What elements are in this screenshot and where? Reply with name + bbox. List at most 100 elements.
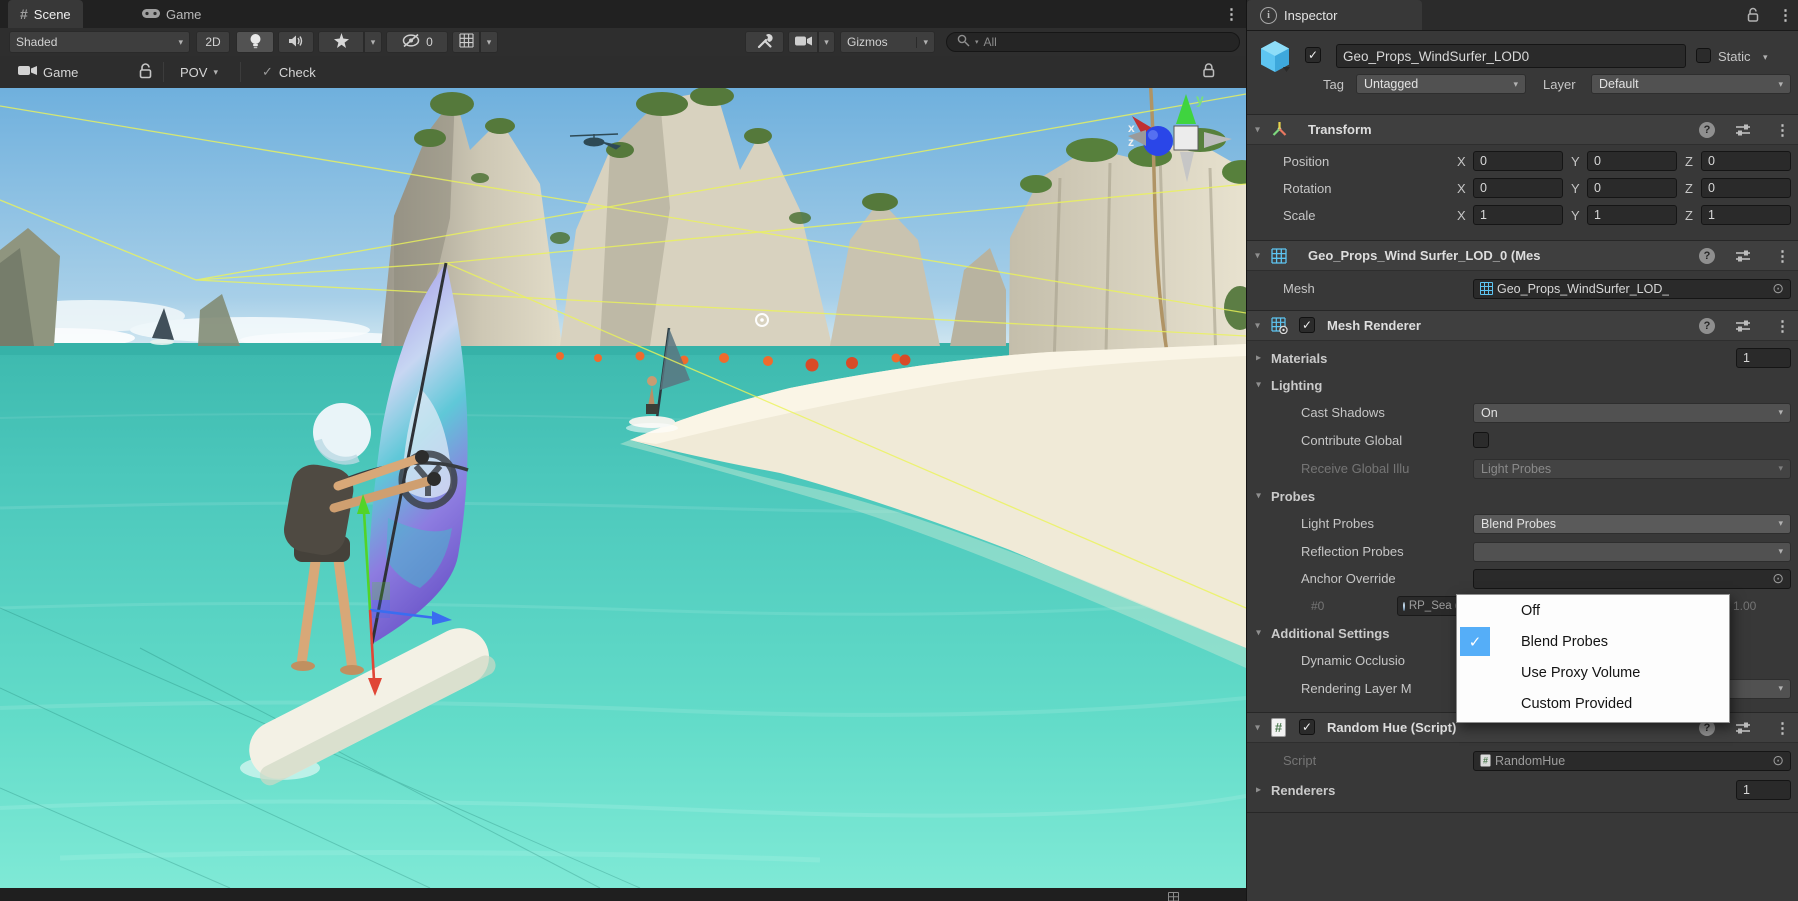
- overlay-game-camera-button[interactable]: Game: [12, 60, 84, 84]
- transform-header[interactable]: ▾ Transform ? ⋮: [1247, 114, 1798, 145]
- materials-row[interactable]: ▸ Materials 1: [1247, 348, 1798, 368]
- overlay-pov-dropdown[interactable]: POV ▾: [174, 60, 224, 84]
- position-y-field[interactable]: 0: [1587, 151, 1677, 171]
- grid-dropdown[interactable]: ▾: [480, 31, 498, 53]
- popup-item-custom-provided[interactable]: Custom Provided: [1457, 688, 1729, 719]
- mesh-renderer-header[interactable]: ▾ ✓ Mesh Renderer ? ⋮: [1247, 310, 1798, 341]
- help-icon[interactable]: ?: [1699, 122, 1715, 138]
- lighting-section-row[interactable]: ▾ Lighting: [1247, 375, 1798, 395]
- anchor-override-field[interactable]: ⊙: [1473, 569, 1791, 589]
- contribute-gi-checkbox[interactable]: [1473, 432, 1489, 448]
- mini-grid-icon[interactable]: [1168, 890, 1179, 901]
- foldout-icon[interactable]: ▾: [1256, 628, 1261, 639]
- effects-dropdown[interactable]: ▾: [364, 31, 382, 53]
- component-menu-kebab[interactable]: ⋮: [1775, 317, 1791, 335]
- gizmos-dropdown[interactable]: Gizmos ▾: [840, 31, 935, 53]
- popup-item-blend-probes[interactable]: ✓ Blend Probes: [1457, 626, 1729, 657]
- presets-icon[interactable]: [1735, 721, 1751, 735]
- inspector-menu-kebab[interactable]: ⋮: [1778, 6, 1794, 24]
- materials-count-field[interactable]: 1: [1736, 348, 1791, 368]
- scale-y-field[interactable]: 1: [1587, 205, 1677, 225]
- receive-gi-dropdown: Light Probes ▾: [1473, 459, 1791, 479]
- foldout-icon[interactable]: ▾: [1255, 250, 1260, 261]
- foldout-icon[interactable]: ▾: [1255, 124, 1260, 135]
- foldout-icon[interactable]: ▸: [1256, 353, 1261, 364]
- foldout-icon[interactable]: ▾: [1256, 380, 1261, 391]
- foldout-icon[interactable]: ▾: [1255, 320, 1260, 331]
- position-z-field[interactable]: 0: [1701, 151, 1791, 171]
- scene-viewport[interactable]: y x z: [0, 88, 1246, 888]
- scene-search-input[interactable]: ▾ All: [946, 32, 1240, 52]
- rotation-z-field[interactable]: 0: [1701, 178, 1791, 198]
- light-probes-dropdown[interactable]: Blend Probes ▾: [1473, 514, 1791, 534]
- chevron-down-icon: ▾: [1778, 683, 1783, 694]
- chevron-down-icon: ▾: [371, 37, 376, 48]
- scene-lighting-button[interactable]: [236, 31, 274, 53]
- check-icon: ✓: [1469, 633, 1482, 651]
- overlay-check-toggle[interactable]: ✓ Check: [256, 60, 322, 84]
- component-tools-button[interactable]: [745, 31, 784, 53]
- layer-dropdown[interactable]: Default ▾: [1591, 74, 1791, 94]
- script-object-field[interactable]: # RandomHue ⊙: [1473, 751, 1791, 771]
- svg-text:#: #: [1483, 756, 1488, 766]
- presets-icon[interactable]: [1735, 249, 1751, 263]
- presets-icon[interactable]: [1735, 319, 1751, 333]
- mesh-row: Mesh Geo_Props_WindSurfer_LOD_ ⊙: [1247, 278, 1798, 299]
- scene-effects-button[interactable]: [318, 31, 364, 53]
- static-dropdown-arrow[interactable]: ▾: [1763, 52, 1768, 63]
- scene-audio-button[interactable]: [278, 31, 314, 53]
- object-picker-icon[interactable]: ⊙: [1772, 752, 1784, 769]
- object-picker-icon[interactable]: ⊙: [1772, 280, 1784, 297]
- mesh-object-field[interactable]: Geo_Props_WindSurfer_LOD_ ⊙: [1473, 279, 1791, 299]
- grid-visibility-button[interactable]: [452, 31, 480, 53]
- mesh-filter-header[interactable]: ▾ Geo_Props_Wind Surfer_LOD_0 (Mes ? ⋮: [1247, 240, 1798, 271]
- shading-mode-dropdown[interactable]: Shaded ▾: [9, 31, 190, 53]
- foldout-icon[interactable]: ▾: [1255, 722, 1260, 733]
- presets-icon[interactable]: [1735, 123, 1751, 137]
- camera-dropdown[interactable]: ▾: [818, 31, 835, 53]
- foldout-icon[interactable]: ▸: [1256, 785, 1261, 796]
- scene-menu-kebab[interactable]: ⋮: [1224, 5, 1240, 23]
- probes-section-row[interactable]: ▾ Probes: [1247, 486, 1798, 506]
- hidden-objects-button[interactable]: 0: [386, 31, 448, 53]
- component-menu-kebab[interactable]: ⋮: [1775, 719, 1791, 737]
- reflection-probes-dropdown[interactable]: ▾: [1473, 542, 1791, 562]
- unlock-icon: [138, 63, 153, 82]
- gamepad-icon: [142, 7, 160, 22]
- popup-item-off[interactable]: Off: [1457, 595, 1729, 626]
- toggle-2d-button[interactable]: 2D: [196, 31, 230, 53]
- scale-z-field[interactable]: 1: [1701, 205, 1791, 225]
- component-menu-kebab[interactable]: ⋮: [1775, 121, 1791, 139]
- scene-camera-button[interactable]: [788, 31, 818, 53]
- lighting-label: Lighting: [1271, 378, 1322, 393]
- position-x-field[interactable]: 0: [1473, 151, 1563, 171]
- object-picker-icon[interactable]: ⊙: [1772, 570, 1784, 587]
- renderers-count-field[interactable]: 1: [1736, 780, 1791, 800]
- inspector-lock-icon[interactable]: [1746, 7, 1760, 26]
- tab-game[interactable]: Game: [130, 0, 213, 28]
- selected-check: ✓: [1460, 627, 1490, 656]
- tag-dropdown[interactable]: Untagged ▾: [1356, 74, 1526, 94]
- overlay-unlock-button[interactable]: [132, 60, 159, 84]
- gameobject-name-field[interactable]: Geo_Props_WindSurfer_LOD0: [1336, 44, 1686, 68]
- check-icon: ✓: [1302, 318, 1312, 332]
- help-icon[interactable]: ?: [1699, 248, 1715, 264]
- gameobject-active-checkbox[interactable]: ✓: [1305, 47, 1321, 63]
- foldout-icon[interactable]: ▾: [1256, 491, 1261, 502]
- help-icon[interactable]: ?: [1699, 318, 1715, 334]
- renderers-row[interactable]: ▸ Renderers 1: [1247, 780, 1798, 800]
- cast-shadows-dropdown[interactable]: On ▾: [1473, 403, 1791, 423]
- rotation-x-field[interactable]: 0: [1473, 178, 1563, 198]
- inspector-tab-label: Inspector: [1284, 8, 1337, 23]
- scale-x-field[interactable]: 1: [1473, 205, 1563, 225]
- overlay-lock-button[interactable]: [1196, 60, 1222, 84]
- popup-item-use-proxy-volume[interactable]: Use Proxy Volume: [1457, 657, 1729, 688]
- random-hue-enabled-checkbox[interactable]: ✓: [1299, 719, 1315, 735]
- pov-label: POV: [180, 65, 207, 80]
- tab-inspector[interactable]: i Inspector: [1247, 0, 1422, 30]
- mesh-renderer-enabled-checkbox[interactable]: ✓: [1299, 317, 1315, 333]
- tab-scene[interactable]: # Scene: [8, 0, 83, 28]
- rotation-y-field[interactable]: 0: [1587, 178, 1677, 198]
- static-checkbox[interactable]: [1696, 48, 1711, 63]
- component-menu-kebab[interactable]: ⋮: [1775, 247, 1791, 265]
